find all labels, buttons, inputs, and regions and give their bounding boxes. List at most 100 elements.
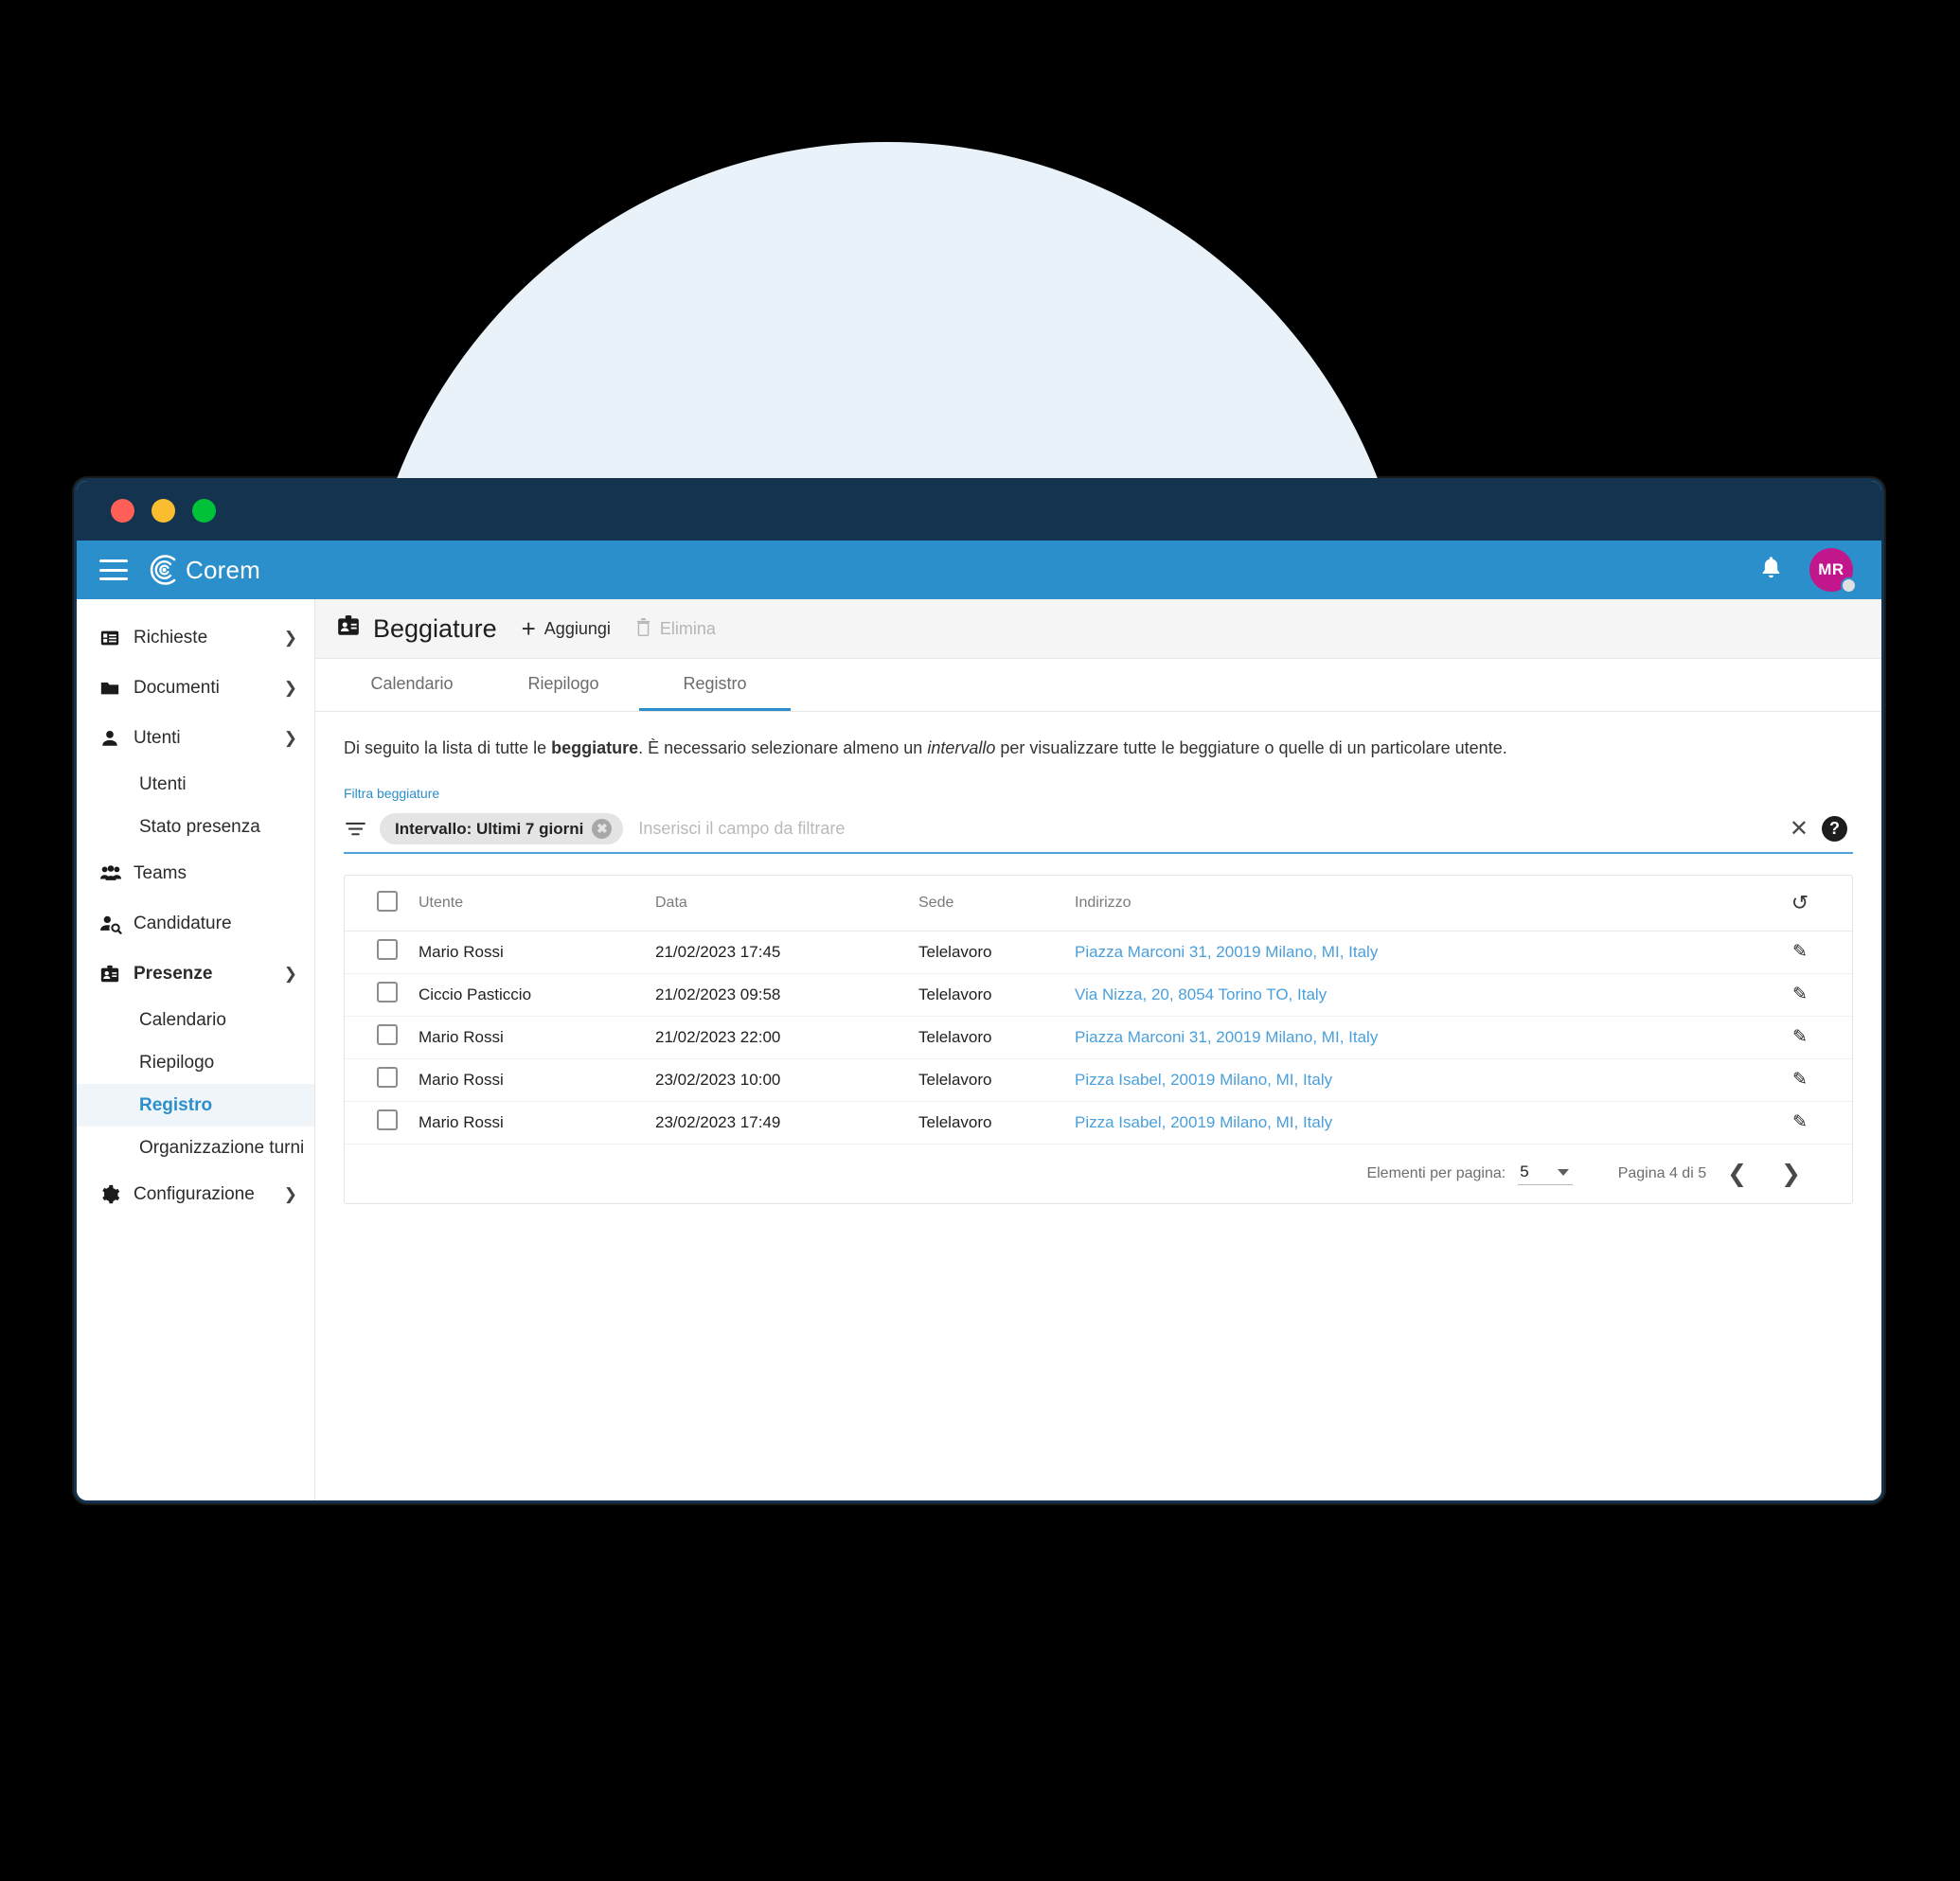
address-link[interactable]: Via Nizza, 20, 8054 Torino TO, Italy: [1075, 985, 1327, 1003]
window-close-button[interactable]: [111, 499, 134, 523]
tab-calendario[interactable]: Calendario: [336, 659, 488, 711]
tab-bar: Calendario Riepilogo Registro: [315, 659, 1881, 712]
chevron-down-icon: [1557, 1168, 1569, 1176]
filter-chip-intervallo[interactable]: Intervallo: Ultimi 7 giorni ✖: [380, 813, 624, 845]
table-row[interactable]: Ciccio Pasticcio 21/02/2023 09:58 Telela…: [345, 973, 1852, 1017]
edit-pencil-icon[interactable]: ✎: [1792, 1070, 1808, 1090]
avatar[interactable]: MR: [1809, 548, 1857, 594]
description-part1: Di seguito la lista di tutte le: [344, 738, 552, 757]
brand-logo[interactable]: Corem: [147, 554, 260, 586]
window-titlebar: [77, 481, 1881, 541]
description-italic: intervallo: [927, 738, 996, 757]
table-row[interactable]: Mario Rossi 21/02/2023 22:00 Telelavoro …: [345, 1016, 1852, 1059]
previous-page-button[interactable]: ❮: [1714, 1160, 1760, 1188]
page-description: Di seguito la lista di tutte le beggiatu…: [344, 736, 1853, 759]
cell-data: 21/02/2023 09:58: [655, 973, 918, 1017]
row-checkbox[interactable]: [377, 1109, 398, 1131]
add-button-label: Aggiungi: [543, 618, 611, 638]
column-header-sede[interactable]: Sede: [918, 876, 1075, 932]
table-row[interactable]: Mario Rossi 23/02/2023 17:49 Telelavoro …: [345, 1101, 1852, 1145]
filter-input[interactable]: [623, 819, 1776, 840]
table-head: Utente Data Sede Indirizzo ↺: [345, 876, 1852, 932]
address-link[interactable]: Piazza Marconi 31, 20019 Milano, MI, Ita…: [1075, 943, 1378, 961]
tab-riepilogo[interactable]: Riepilogo: [488, 659, 639, 711]
next-page-button[interactable]: ❯: [1768, 1160, 1814, 1188]
sidebar-item-richieste[interactable]: Richieste ❯: [77, 612, 314, 663]
row-action-cell: ✎: [1748, 973, 1852, 1017]
sidebar-item-label: Richieste: [134, 627, 208, 648]
person-search-icon: [99, 914, 128, 934]
sidebar-item-teams[interactable]: Teams: [77, 848, 314, 898]
cell-indirizzo: Piazza Marconi 31, 20019 Milano, MI, Ita…: [1075, 1016, 1748, 1059]
sidebar-item-calendario[interactable]: Calendario: [77, 999, 314, 1041]
sidebar-item-candidature[interactable]: Candidature: [77, 898, 314, 949]
description-part3: per visualizzare tutte le beggiature o q…: [995, 738, 1507, 757]
row-checkbox[interactable]: [377, 1024, 398, 1046]
select-all-checkbox[interactable]: [377, 890, 398, 912]
tab-registro[interactable]: Registro: [639, 659, 791, 711]
sidebar-item-label: Utenti: [134, 727, 181, 748]
app-body: Richieste ❯ Documenti ❯ Utenti ❯ Utenti …: [77, 599, 1881, 1500]
cell-indirizzo: Pizza Isabel, 20019 Milano, MI, Italy: [1075, 1058, 1748, 1102]
column-header-indirizzo[interactable]: Indirizzo: [1075, 876, 1748, 932]
edit-pencil-icon[interactable]: ✎: [1792, 942, 1808, 962]
sidebar-item-utenti[interactable]: Utenti ❯: [77, 713, 314, 763]
chip-remove-icon[interactable]: ✖: [592, 819, 613, 840]
close-icon[interactable]: ✕: [1776, 815, 1822, 843]
avatar-status-dot: [1841, 577, 1857, 594]
window-minimize-button[interactable]: [151, 499, 175, 523]
sidebar-item-documenti[interactable]: Documenti ❯: [77, 663, 314, 713]
row-select-cell: [345, 1058, 419, 1102]
items-per-page-select[interactable]: 5: [1518, 1162, 1573, 1186]
cell-sede: Telelavoro: [918, 1016, 1075, 1059]
table-header-row: Utente Data Sede Indirizzo ↺: [345, 876, 1852, 932]
hamburger-icon[interactable]: [99, 559, 128, 580]
refresh-icon[interactable]: ↺: [1791, 891, 1809, 914]
tab-label: Registro: [683, 673, 747, 693]
sidebar-item-stato-presenza[interactable]: Stato presenza: [77, 806, 314, 848]
cell-utente: Mario Rossi: [419, 1058, 655, 1102]
cell-indirizzo: Via Nizza, 20, 8054 Torino TO, Italy: [1075, 973, 1748, 1017]
row-select-cell: [345, 973, 419, 1017]
sidebar-item-configurazione[interactable]: Configurazione ❯: [77, 1169, 314, 1219]
table-row[interactable]: Mario Rossi 23/02/2023 10:00 Telelavoro …: [345, 1058, 1852, 1102]
tab-label: Riepilogo: [527, 673, 599, 693]
filter-icon[interactable]: [346, 821, 374, 837]
list-icon: [99, 628, 128, 648]
add-button[interactable]: + Aggiungi: [522, 616, 611, 641]
tab-label: Calendario: [370, 673, 454, 693]
folder-icon: [99, 678, 128, 699]
help-icon[interactable]: ?: [1822, 816, 1847, 843]
chevron-right-icon: ❯: [283, 678, 297, 697]
row-action-cell: ✎: [1748, 1016, 1852, 1059]
address-link[interactable]: Pizza Isabel, 20019 Milano, MI, Italy: [1075, 1113, 1332, 1131]
people-icon: [99, 863, 128, 884]
sidebar-item-riepilogo[interactable]: Riepilogo: [77, 1041, 314, 1084]
sidebar-item-organizzazione-turni[interactable]: Organizzazione turni: [77, 1127, 314, 1169]
address-link[interactable]: Piazza Marconi 31, 20019 Milano, MI, Ita…: [1075, 1028, 1378, 1046]
window-maximize-button[interactable]: [192, 499, 216, 523]
table-row[interactable]: Mario Rossi 21/02/2023 17:45 Telelavoro …: [345, 931, 1852, 974]
edit-pencil-icon[interactable]: ✎: [1792, 1112, 1808, 1132]
row-checkbox[interactable]: [377, 1067, 398, 1089]
address-link[interactable]: Pizza Isabel, 20019 Milano, MI, Italy: [1075, 1071, 1332, 1089]
bell-icon[interactable]: [1759, 555, 1783, 585]
cell-sede: Telelavoro: [918, 931, 1075, 974]
refresh-header: ↺: [1748, 876, 1852, 932]
cell-data: 23/02/2023 10:00: [655, 1058, 918, 1102]
description-bold: beggiature: [551, 738, 639, 757]
sidebar-item-utenti-sub[interactable]: Utenti: [77, 763, 314, 806]
column-header-data[interactable]: Data: [655, 876, 918, 932]
person-icon: [99, 728, 128, 749]
edit-pencil-icon[interactable]: ✎: [1792, 1027, 1808, 1047]
row-checkbox[interactable]: [377, 939, 398, 961]
edit-pencil-icon[interactable]: ✎: [1792, 985, 1808, 1004]
row-checkbox[interactable]: [377, 982, 398, 1003]
badge-icon: [99, 964, 128, 985]
sidebar-item-label: Teams: [134, 862, 187, 883]
sidebar-item-presenze[interactable]: Presenze ❯: [77, 949, 314, 999]
column-header-utente[interactable]: Utente: [419, 876, 655, 932]
delete-button[interactable]: Elimina: [635, 617, 716, 641]
cell-utente: Mario Rossi: [419, 1101, 655, 1145]
sidebar-item-registro[interactable]: Registro: [77, 1084, 314, 1127]
